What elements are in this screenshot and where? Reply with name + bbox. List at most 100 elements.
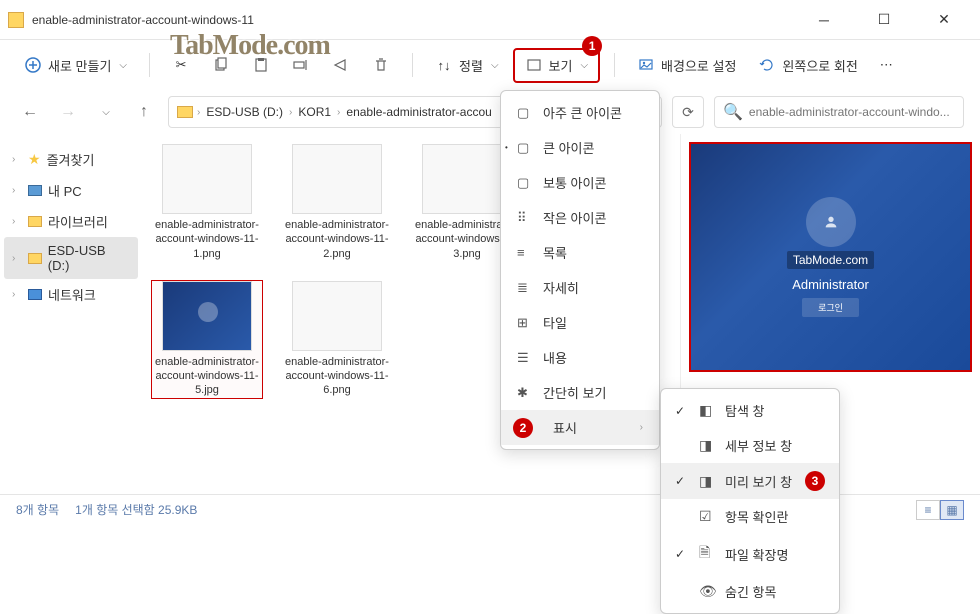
dd-label: 자세히 [543,278,579,297]
dd-label: 아주 큰 아이콘 [543,103,622,122]
navbar: ← → ⌵ ↑ › ESD-USB (D:) › KOR1 › enable-a… [0,90,980,134]
grid-icon: ▢ [517,105,533,121]
refresh-button[interactable]: ⟳ [672,96,704,128]
preview-login-button: 로그인 [802,298,859,317]
breadcrumb-item[interactable]: KOR1 [296,105,333,119]
bullet-icon: • [505,143,508,152]
dd-compact[interactable]: ✱간단히 보기 [501,375,659,410]
rotate-label: 왼쪽으로 회전 [782,56,857,75]
dd-label: 큰 아이콘 [543,138,594,157]
watermark: TabMode.com [170,30,330,62]
avatar-icon [806,197,856,247]
file-item-selected[interactable]: enable-administrator-account-windows-11-… [152,281,262,398]
sm-extensions[interactable]: ✓🗎파일 확장명 [661,534,839,574]
sm-hidden-items[interactable]: 👁숨긴 항목 [661,574,839,609]
sort-label: 정렬 [459,56,483,75]
breadcrumb-item[interactable]: ESD-USB (D:) [204,105,285,119]
sm-label: 탐색 창 [725,401,765,420]
grid-icon: ⠿ [517,210,533,226]
grid-view-button[interactable]: ▦ [940,500,964,520]
list-view-button[interactable]: ≡ [916,500,940,520]
list-icon: ≡ [517,245,533,260]
dd-label: 간단히 보기 [543,383,606,402]
dd-label: 내용 [543,348,567,367]
delete-button[interactable] [364,52,398,78]
sm-checkboxes[interactable]: ☑ 항목 확인란 [661,499,839,534]
new-button[interactable]: 새로 만들기 ⌵ [16,52,135,79]
sidebar-item-usb[interactable]: ›ESD-USB (D:) [4,237,138,279]
up-button[interactable]: ↑ [130,98,158,126]
chevron-icon: › [12,154,22,165]
sm-details-pane[interactable]: ◨ 세부 정보 창 [661,428,839,463]
minimize-button[interactable]: ─ [804,5,844,35]
check-icon: ✓ [675,474,689,488]
dd-label: 타일 [543,313,567,332]
breadcrumb-item[interactable]: enable-administrator-accou [344,105,493,119]
dd-small-icons[interactable]: ⠿ 작은 아이콘 [501,200,659,235]
chevron-down-icon[interactable]: ⌵ [92,98,120,126]
sm-preview-pane[interactable]: ✓◨미리 보기 창3 [661,463,839,499]
sm-label: 항목 확인란 [725,507,788,526]
drive-icon [28,253,42,264]
trash-icon [372,56,390,74]
chevron-down-icon: ⌵ [119,60,127,71]
rotate-icon [758,56,776,74]
dd-extra-large-icons[interactable]: ▢ 아주 큰 아이콘 [501,95,659,130]
sm-label: 미리 보기 창 [725,472,792,491]
dd-content[interactable]: ☰내용 [501,340,659,375]
wallpaper-button[interactable]: 배경으로 설정 [629,52,744,79]
pc-icon [28,185,42,196]
file-item[interactable]: enable-administrator-account-windows-11-… [282,144,392,261]
file-item[interactable]: enable-administrator-account-windows-11-… [152,144,262,261]
sm-navigation-pane[interactable]: ✓◧탐색 창 [661,393,839,428]
wallpaper-icon [637,56,655,74]
dd-medium-icons[interactable]: ▢보통 아이콘 [501,165,659,200]
dd-label: 작은 아이콘 [543,208,606,227]
file-item[interactable]: enable-administrator-account-windows-11-… [282,281,392,398]
view-button[interactable]: 보기 ⌵ [517,52,597,79]
sidebar-label: 네트워크 [48,285,96,304]
checkbox-icon: ☑ [699,508,715,525]
sidebar-item-favorites[interactable]: ›★즐겨찾기 [4,144,138,175]
chevron-icon: › [12,253,22,264]
forward-button[interactable]: → [54,98,82,126]
item-count: 8개 항목 [16,501,59,518]
search-input[interactable] [749,105,955,119]
separator [412,53,413,77]
dd-large-icons[interactable]: •▢큰 아이콘 [501,130,659,165]
dd-details[interactable]: ≣자세히 [501,270,659,305]
titlebar: enable-administrator-account-windows-11 … [0,0,980,40]
tiles-icon: ⊞ [517,315,533,331]
preview-image: TabMode.com Administrator 로그인 [689,142,972,372]
sort-button[interactable]: ↑↓ 정렬 ⌵ [427,52,507,79]
file-icon: 🗎 [699,542,715,566]
sidebar-item-network[interactable]: ›네트워크 [4,279,138,310]
share-icon [332,56,350,74]
pane-icon: ◨ [699,437,715,454]
file-name: enable-administrator-account-windows-11-… [282,218,392,261]
preview-username: Administrator [792,277,869,292]
dd-list[interactable]: ≡목록 [501,235,659,270]
rotate-button[interactable]: 왼쪽으로 회전 [750,52,865,79]
plus-icon [24,56,42,74]
sidebar-label: 내 PC [48,181,82,200]
chevron-down-icon: ⌵ [580,60,588,71]
sm-label: 세부 정보 창 [725,436,792,455]
maximize-button[interactable]: ☐ [864,5,904,35]
view-toggle: ≡ ▦ [916,500,964,520]
dd-tiles[interactable]: ⊞ 타일 [501,305,659,340]
thumbnail [292,281,382,351]
sidebar-item-pc[interactable]: ›내 PC [4,175,138,206]
show-submenu: ✓◧탐색 창 ◨ 세부 정보 창 ✓◨미리 보기 창3 ☑ 항목 확인란 ✓🗎파일 … [660,388,840,614]
thumbnail [292,144,382,214]
close-button[interactable]: ✕ [924,5,964,35]
search-box[interactable]: 🔍 [714,96,964,128]
dd-show-submenu[interactable]: 2표시› [501,410,659,445]
annotation-badge-2: 2 [513,418,533,438]
folder-icon [177,106,193,118]
sidebar-item-library[interactable]: ›라이브러리 [4,206,138,237]
back-button[interactable]: ← [16,98,44,126]
more-button[interactable]: ⋯ [872,53,901,77]
sidebar: ›★즐겨찾기 ›내 PC ›라이브러리 ›ESD-USB (D:) ›네트워크 [0,134,142,494]
network-icon [28,289,42,300]
